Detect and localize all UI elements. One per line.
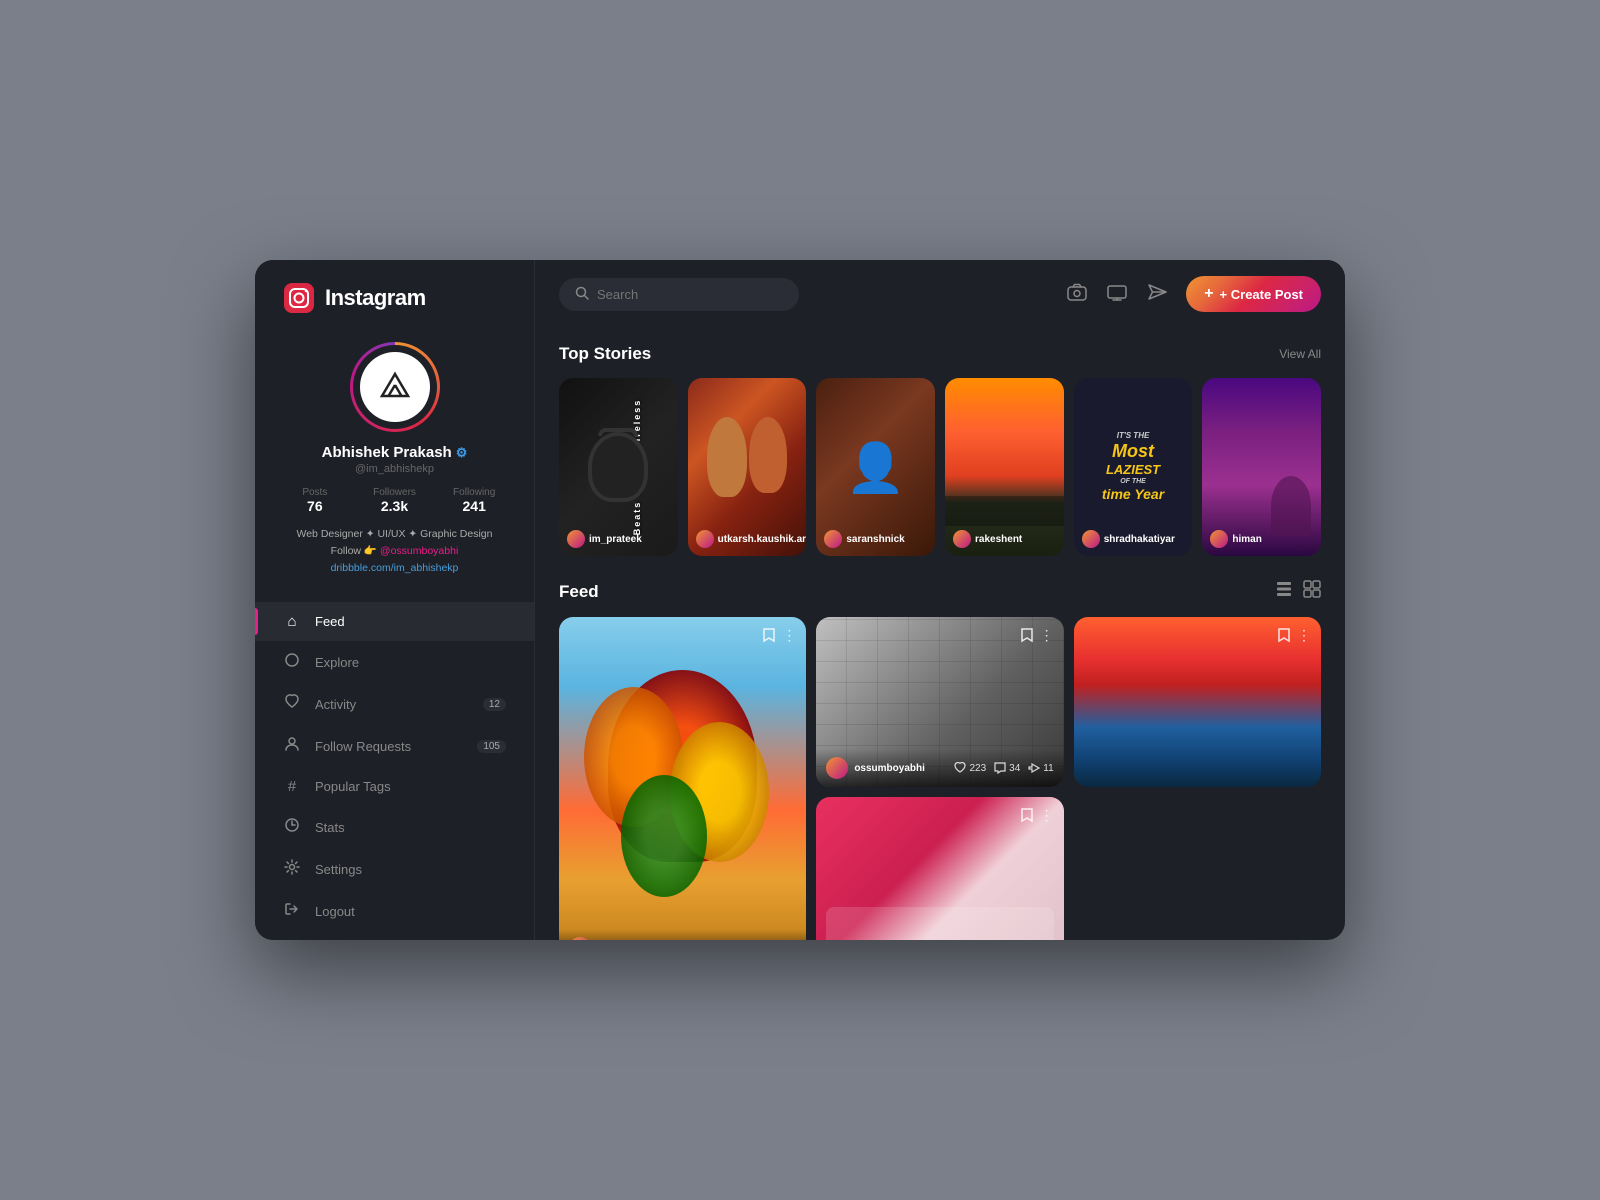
plus-icon: +	[1204, 285, 1213, 303]
app-name: Instagram	[325, 285, 426, 311]
more-icon[interactable]: ⋮	[782, 627, 796, 646]
view-all-button[interactable]: View All	[1279, 347, 1321, 361]
story-4-label: rakeshent	[953, 530, 1022, 548]
feed-card-3: ⋮	[1074, 617, 1321, 787]
search-icon	[575, 286, 589, 303]
bookmark-icon-4[interactable]	[1020, 807, 1034, 826]
stories-title: Top Stories	[559, 344, 651, 364]
avatar	[360, 352, 430, 422]
shares-stat-2: 11	[1028, 762, 1053, 774]
story-3-label: saranshnick	[824, 530, 904, 548]
profile-stats: Posts 76 Followers 2.3k Following 241	[275, 487, 514, 514]
search-box[interactable]	[559, 278, 799, 311]
header-icons: + + Create Post	[1066, 276, 1321, 312]
bookmark-icon-2[interactable]	[1020, 627, 1034, 646]
feed-card-1: ⋮ im_prateek 523	[559, 617, 806, 940]
hashtag-icon: #	[283, 778, 301, 795]
comments-stat-2: 34	[994, 762, 1020, 774]
more-icon-4[interactable]: ⋮	[1040, 807, 1054, 826]
story-card-4[interactable]: rakeshent	[945, 378, 1064, 556]
posts-stat: Posts 76	[275, 487, 355, 514]
app-container: Instagram Abhish	[255, 260, 1345, 940]
followers-stat: Followers 2.3k	[355, 487, 435, 514]
laziest-text: IT'S THE Most LAZIEST OF THE time Year	[1098, 427, 1168, 507]
list-view-icon[interactable]	[1275, 580, 1293, 603]
explore-icon	[283, 652, 301, 672]
settings-icon	[283, 859, 301, 879]
search-input[interactable]	[597, 287, 783, 302]
grid-view-icon[interactable]	[1303, 580, 1321, 603]
send-icon[interactable]	[1146, 281, 1168, 308]
profile-username: @im_abhishekp	[355, 463, 434, 475]
feed-card-2-stats: 223 34 11	[954, 762, 1053, 774]
story-6-label: himan	[1210, 530, 1261, 548]
feed-card-4-overlay: ⋮	[1020, 807, 1054, 826]
feed-card-1-overlay: ⋮	[762, 627, 796, 646]
feed-user-1-avatar	[569, 937, 591, 940]
story-5-label: shradhakatiyar	[1082, 530, 1175, 548]
tv-icon[interactable]	[1106, 281, 1128, 308]
sidebar-logo: Instagram	[255, 260, 534, 332]
feed-user-1: im_prateek	[569, 937, 650, 940]
feed-grid: ⋮ im_prateek 523	[559, 617, 1321, 940]
heart-icon	[283, 694, 301, 714]
story-2-label: utkarsh.kaushik.arts	[696, 530, 807, 548]
sidebar-item-follow-requests[interactable]: Follow Requests 105	[255, 725, 534, 767]
profile-section: Abhishek Prakash ⚙ @im_abhishekp Posts 7…	[255, 332, 534, 592]
camera-icon[interactable]	[1066, 281, 1088, 308]
content-area: Top Stories View All Beats Studio Wirele…	[535, 328, 1345, 940]
sidebar-item-activity[interactable]: Activity 12	[255, 683, 534, 725]
stories-row: Beats Studio Wireless im_prateek	[559, 378, 1321, 556]
feed-user-2: ossumboyabhi	[826, 757, 925, 779]
feed-card-3-overlay: ⋮	[1277, 627, 1311, 646]
bookmark-icon[interactable]	[762, 627, 776, 646]
sidebar: Instagram Abhish	[255, 260, 535, 940]
main-content: + + Create Post Top Stories View All Bea…	[535, 260, 1345, 940]
sidebar-item-explore[interactable]: Explore	[255, 641, 534, 683]
profile-bio: Web Designer ✦ UI/UX ✦ Graphic Design Fo…	[297, 526, 493, 576]
instagram-logo-icon	[283, 282, 315, 314]
create-post-button[interactable]: + + Create Post	[1186, 276, 1321, 312]
sidebar-item-stats[interactable]: Stats	[255, 806, 534, 848]
feed-card-2-overlay: ⋮	[1020, 627, 1054, 646]
person-icon	[283, 736, 301, 756]
story-card-5[interactable]: IT'S THE Most LAZIEST OF THE time Year s…	[1074, 378, 1193, 556]
sidebar-item-popular-tags[interactable]: # Popular Tags	[255, 767, 534, 806]
profile-name: Abhishek Prakash ⚙	[322, 444, 468, 461]
feed-card-2: ⋮ ossumboyabhi 223	[816, 617, 1063, 787]
sidebar-item-logout[interactable]: Logout	[255, 890, 534, 932]
story-1-label: im_prateek	[567, 530, 642, 548]
feed-card-2-footer: ossumboyabhi 223 34	[816, 749, 1063, 787]
more-icon-2[interactable]: ⋮	[1040, 627, 1054, 646]
feed-view-icons	[1275, 580, 1321, 603]
story-card-3[interactable]: 👤 saranshnick	[816, 378, 935, 556]
sidebar-item-settings[interactable]: Settings	[255, 848, 534, 890]
following-stat: Following 241	[434, 487, 514, 514]
story-card-6[interactable]: himan	[1202, 378, 1321, 556]
story-card-1[interactable]: Beats Studio Wireless im_prateek	[559, 378, 678, 556]
feed-card-1-footer: im_prateek 523 34	[559, 929, 806, 940]
story-card-2[interactable]: utkarsh.kaushik.arts	[688, 378, 807, 556]
avatar-ring	[350, 342, 440, 432]
feed-user-2-avatar	[826, 757, 848, 779]
header: + + Create Post	[535, 260, 1345, 328]
likes-stat-2: 223	[954, 762, 986, 774]
feed-title: Feed	[559, 582, 599, 602]
feed-header: Feed	[559, 580, 1321, 603]
sidebar-item-feed[interactable]: ⌂ Feed	[255, 602, 534, 641]
feed-card-4: ⋮	[816, 797, 1063, 940]
home-icon: ⌂	[283, 613, 301, 630]
logout-icon	[283, 901, 301, 921]
verified-icon: ⚙	[456, 445, 468, 461]
stories-section-header: Top Stories View All	[559, 344, 1321, 364]
more-icon-3[interactable]: ⋮	[1297, 627, 1311, 646]
nav-menu: ⌂ Feed Explore Activity 12 Foll	[255, 592, 534, 940]
stats-icon	[283, 817, 301, 837]
bookmark-icon-3[interactable]	[1277, 627, 1291, 646]
feed-section: Feed	[559, 580, 1321, 940]
